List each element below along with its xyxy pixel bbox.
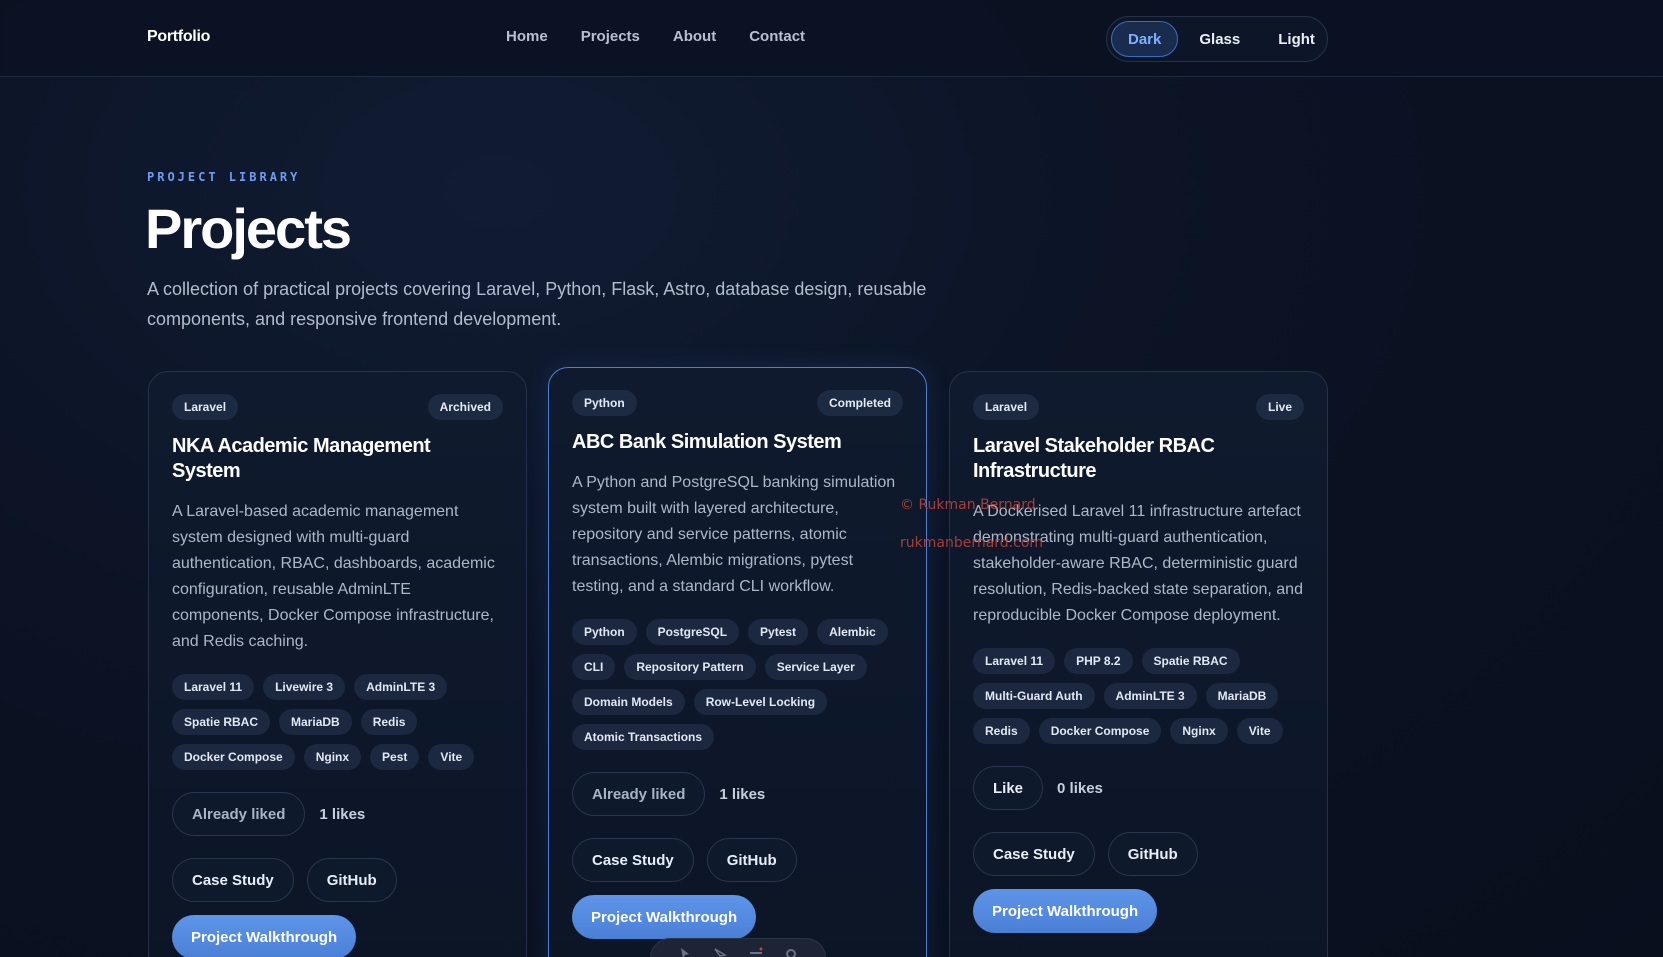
tech-tag: Spatie RBAC xyxy=(1141,648,1240,674)
tech-tag: Docker Compose xyxy=(172,744,295,770)
like-button[interactable]: Like xyxy=(973,766,1044,810)
section-eyebrow: PROJECT LIBRARY xyxy=(147,170,301,184)
tech-tag: AdminLTE 3 xyxy=(354,674,448,700)
theme-switcher: Dark Glass Light xyxy=(1106,16,1328,62)
likes-count: 0 likes xyxy=(1057,779,1103,797)
pointer-icon[interactable] xyxy=(713,947,728,957)
github-button[interactable]: GitHub xyxy=(706,838,797,882)
theme-light-button[interactable]: Light xyxy=(1261,21,1332,57)
top-navbar: Portfolio Home Projects About Contact Da… xyxy=(0,0,1663,77)
tech-tag: PHP 8.2 xyxy=(1064,648,1133,674)
page-description: A collection of practical projects cover… xyxy=(147,279,927,329)
like-button[interactable]: Already liked xyxy=(572,772,706,816)
page-title: Projects xyxy=(145,197,352,260)
nav-links: Home Projects About Contact xyxy=(506,28,805,45)
tech-tags: Python PostgreSQL Pytest Alembic CLI Rep… xyxy=(572,619,903,750)
category-badge: Laravel xyxy=(172,394,239,420)
tech-tag: Pest xyxy=(370,744,420,770)
brand-logo[interactable]: Portfolio xyxy=(147,28,210,46)
tech-tag: MariaDB xyxy=(279,709,352,735)
nav-link-home[interactable]: Home xyxy=(506,28,548,45)
site-url-watermark: rukmanbernard.com xyxy=(900,535,1044,551)
likes-count: 1 likes xyxy=(319,805,366,823)
tech-tag: Nginx xyxy=(303,744,362,770)
status-badge: Archived xyxy=(427,394,503,420)
github-button[interactable]: GitHub xyxy=(1107,832,1198,876)
nav-link-about[interactable]: About xyxy=(673,28,716,45)
github-button[interactable]: GitHub xyxy=(306,858,397,902)
nav-link-projects[interactable]: Projects xyxy=(581,28,640,45)
tech-tag: Redis xyxy=(973,718,1030,744)
nav-link-contact[interactable]: Contact xyxy=(749,28,805,45)
project-walkthrough-button[interactable]: Project Walkthrough xyxy=(572,895,757,939)
tech-tag: PostgreSQL xyxy=(645,619,740,645)
tech-tag: Domain Models xyxy=(572,689,685,715)
project-description: A Dockerised Laravel 11 infrastructure a… xyxy=(973,503,1303,624)
project-title: NKA Academic Management System xyxy=(172,435,431,482)
copyright-watermark: © Rukman Bernard xyxy=(900,497,1036,513)
menu-icon[interactable] xyxy=(749,947,763,957)
case-study-button[interactable]: Case Study xyxy=(572,838,694,882)
floating-toolbar xyxy=(650,938,826,957)
tech-tag: Pytest xyxy=(748,619,809,645)
category-badge: Laravel xyxy=(973,394,1040,420)
status-badge: Live xyxy=(1255,394,1304,420)
tech-tag: Spatie RBAC xyxy=(172,709,271,735)
case-study-button[interactable]: Case Study xyxy=(973,832,1095,876)
tech-tags: Laravel 11 Livewire 3 AdminLTE 3 Spatie … xyxy=(172,674,503,770)
status-badge: Completed xyxy=(816,390,903,416)
cursor-icon[interactable] xyxy=(678,947,692,957)
tech-tag: Multi-Guard Auth xyxy=(973,683,1095,709)
project-title: Laravel Stakeholder RBAC Infrastructure xyxy=(973,435,1215,482)
like-button[interactable]: Already liked xyxy=(172,792,306,836)
likes-count: 1 likes xyxy=(719,785,766,803)
project-card: Laravel Live Laravel Stakeholder RBAC In… xyxy=(949,371,1328,957)
tech-tags: Laravel 11 PHP 8.2 Spatie RBAC Multi-Gua… xyxy=(973,648,1304,744)
tech-tag: Laravel 11 xyxy=(172,674,255,700)
tech-tag: Vite xyxy=(428,744,475,770)
tech-tag: Alembic xyxy=(817,619,888,645)
tech-tag: Python xyxy=(572,619,637,645)
theme-glass-button[interactable]: Glass xyxy=(1182,21,1257,57)
tech-tag: Nginx xyxy=(1170,718,1228,744)
case-study-button[interactable]: Case Study xyxy=(172,858,294,902)
gear-icon[interactable] xyxy=(784,947,798,957)
tech-tag: Docker Compose xyxy=(1038,718,1162,744)
tech-tag: Redis xyxy=(360,709,418,735)
tech-tag: Row-Level Locking xyxy=(693,689,828,715)
tech-tag: Atomic Transactions xyxy=(572,724,715,750)
tech-tag: Laravel 11 xyxy=(973,648,1056,674)
category-badge: Python xyxy=(572,390,637,416)
project-walkthrough-button[interactable]: Project Walkthrough xyxy=(172,915,357,957)
tech-tag: Service Layer xyxy=(764,654,867,680)
project-card-featured: Python Completed ABC Bank Simulation Sys… xyxy=(548,367,927,957)
project-card: Laravel Archived NKA Academic Management… xyxy=(148,371,527,957)
project-walkthrough-button[interactable]: Project Walkthrough xyxy=(973,889,1158,933)
tech-tag: CLI xyxy=(572,654,616,680)
tech-tag: Livewire 3 xyxy=(263,674,346,700)
tech-tag: MariaDB xyxy=(1205,683,1279,709)
project-description: A Python and PostgreSQL banking simulati… xyxy=(572,474,896,595)
tech-tag: AdminLTE 3 xyxy=(1103,683,1197,709)
theme-dark-button[interactable]: Dark xyxy=(1111,21,1179,57)
project-title: ABC Bank Simulation System xyxy=(572,431,842,453)
tech-tag: Vite xyxy=(1236,718,1283,744)
tech-tag: Repository Pattern xyxy=(624,654,756,680)
project-description: A Laravel-based academic management syst… xyxy=(172,503,495,650)
